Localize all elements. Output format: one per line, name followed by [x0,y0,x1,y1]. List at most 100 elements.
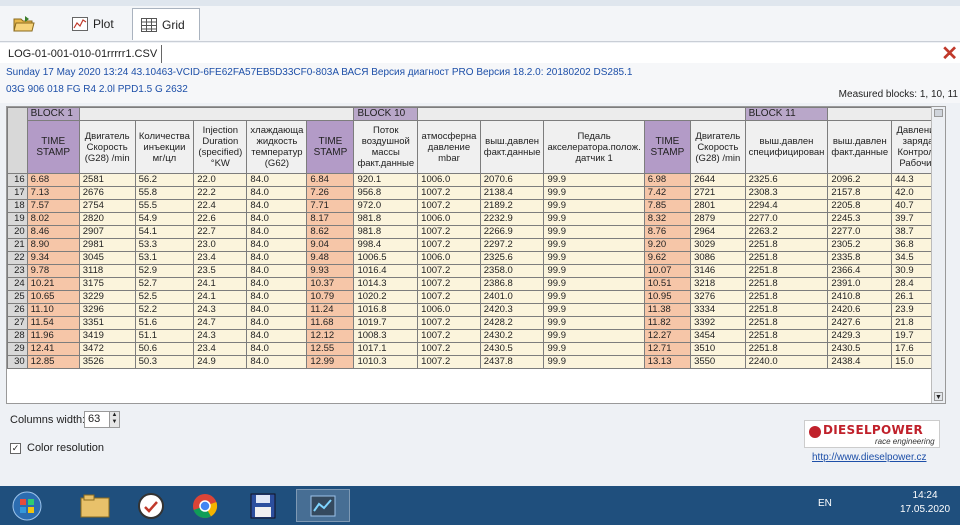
value-cell[interactable]: 3472 [78,342,136,356]
timestamp-cell[interactable]: 10.37 [306,277,355,291]
value-cell[interactable]: 2266.9 [479,225,545,239]
value-cell[interactable]: 1007.2 [417,277,481,291]
value-cell[interactable]: 3351 [78,316,136,330]
value-cell[interactable]: 1016.4 [353,264,419,278]
value-cell[interactable]: 24.7 [193,316,248,330]
columns-width-input[interactable]: 63 ▲ ▼ [84,411,120,428]
taskbar-active-app[interactable] [296,489,350,522]
value-cell[interactable]: 2070.6 [479,173,545,187]
value-cell[interactable]: 24.1 [193,290,248,304]
value-cell[interactable]: 84.0 [246,238,308,252]
timestamp-cell[interactable]: 10.95 [643,290,692,304]
value-cell[interactable]: 2581 [78,173,136,187]
value-cell[interactable]: 1016.8 [353,303,419,317]
timestamp-cell[interactable]: 8.02 [26,212,80,226]
value-cell[interactable]: 84.0 [246,316,308,330]
value-cell[interactable]: 3045 [78,251,136,265]
value-cell[interactable]: 2420.6 [827,303,893,317]
value-cell[interactable]: 2401.0 [479,290,545,304]
value-cell[interactable]: 3118 [78,264,136,278]
timestamp-cell[interactable]: 8.76 [643,225,692,239]
value-cell[interactable]: 54.1 [134,225,195,239]
table-row[interactable]: 26 11.10 3296 52.2 24.3 84.0 11.24 1016.8 1006.0… [7,303,945,317]
column-header[interactable]: выш.давлен специфицирован [744,120,829,174]
timestamp-cell[interactable]: 8.32 [643,212,692,226]
scroll-down-button[interactable]: ▼ [934,392,943,401]
timestamp-cell[interactable]: 9.62 [643,251,692,265]
value-cell[interactable]: 972.0 [353,199,419,213]
value-cell[interactable]: 1008.3 [353,329,419,343]
value-cell[interactable]: 2263.2 [744,225,829,239]
timestamp-cell[interactable]: 8.17 [306,212,355,226]
timestamp-cell[interactable]: 8.62 [306,225,355,239]
value-cell[interactable]: 2189.2 [479,199,545,213]
value-cell[interactable]: 84.0 [246,199,308,213]
website-link[interactable]: http://www.dieselpower.cz [812,452,927,463]
taskbar-diagnostic-app[interactable] [124,489,178,522]
open-file-button[interactable] [4,8,44,40]
value-cell[interactable]: 2430.5 [479,342,545,356]
timestamp-cell[interactable]: 9.48 [306,251,355,265]
value-cell[interactable]: 50.6 [134,342,195,356]
value-cell[interactable]: 2251.8 [744,329,829,343]
value-cell[interactable]: 3086 [690,251,746,265]
value-cell[interactable]: 2325.6 [479,251,545,265]
value-cell[interactable]: 50.3 [134,355,195,369]
value-cell[interactable]: 1006.0 [417,303,481,317]
timestamp-cell[interactable]: 10.21 [26,277,80,291]
value-cell[interactable]: 1006.0 [417,212,481,226]
value-cell[interactable]: 3454 [690,329,746,343]
value-cell[interactable]: 22.4 [193,199,248,213]
column-header[interactable]: TIME STAMP [306,120,355,174]
table-row[interactable]: 16 6.68 2581 56.2 22.0 84.0 6.84 920.1 1006.0 207… [7,173,945,187]
timestamp-cell[interactable]: 8.90 [26,238,80,252]
value-cell[interactable]: 2721 [690,186,746,200]
value-cell[interactable]: 84.0 [246,290,308,304]
value-cell[interactable]: 2251.8 [744,303,829,317]
value-cell[interactable]: 2644 [690,173,746,187]
value-cell[interactable]: 99.9 [543,355,645,369]
value-cell[interactable]: 2251.8 [744,342,829,356]
value-cell[interactable]: 84.0 [246,355,308,369]
timestamp-cell[interactable]: 12.71 [643,342,692,356]
timestamp-cell[interactable]: 13.13 [643,355,692,369]
timestamp-cell[interactable]: 11.24 [306,303,355,317]
value-cell[interactable]: 1007.2 [417,316,481,330]
column-header[interactable]: Injection Duration (specified) °KW [193,120,248,174]
value-cell[interactable]: 2240.0 [744,355,829,369]
table-row[interactable]: 27 11.54 3351 51.6 24.7 84.0 11.68 1019.7 1007.2… [7,316,945,330]
value-cell[interactable]: 2251.8 [744,264,829,278]
color-resolution-option[interactable]: ✓ Color resolution [10,442,104,454]
value-cell[interactable]: 52.7 [134,277,195,291]
taskbar-chrome[interactable] [178,489,232,522]
value-cell[interactable]: 1007.2 [417,290,481,304]
timestamp-cell[interactable]: 12.85 [26,355,80,369]
value-cell[interactable]: 3229 [78,290,136,304]
column-header[interactable]: хлаждающа жидкость температур (G62) [246,120,308,174]
tab-plot[interactable]: Plot [72,8,130,40]
value-cell[interactable]: 2251.8 [744,238,829,252]
value-cell[interactable]: 2294.4 [744,199,829,213]
value-cell[interactable]: 2420.3 [479,303,545,317]
timestamp-cell[interactable]: 11.96 [26,329,80,343]
value-cell[interactable]: 84.0 [246,329,308,343]
value-cell[interactable]: 2438.4 [827,355,893,369]
value-cell[interactable]: 2428.2 [479,316,545,330]
value-cell[interactable]: 99.9 [543,329,645,343]
value-cell[interactable]: 2138.4 [479,186,545,200]
value-cell[interactable]: 1020.2 [353,290,419,304]
value-cell[interactable]: 84.0 [246,264,308,278]
column-header[interactable]: TIME STAMP [643,120,692,174]
table-row[interactable]: 28 11.96 3419 51.1 24.3 84.0 12.12 1008.3 1007.2… [7,329,945,343]
value-cell[interactable]: 99.9 [543,290,645,304]
value-cell[interactable]: 3296 [78,303,136,317]
value-cell[interactable]: 99.9 [543,316,645,330]
value-cell[interactable]: 2981 [78,238,136,252]
value-cell[interactable]: 3175 [78,277,136,291]
value-cell[interactable]: 3526 [78,355,136,369]
value-cell[interactable]: 24.3 [193,329,248,343]
value-cell[interactable]: 3146 [690,264,746,278]
value-cell[interactable]: 2251.8 [744,290,829,304]
value-cell[interactable]: 2754 [78,199,136,213]
file-tab[interactable]: LOG-01-001-010-01rrrrr1.CSV [4,45,162,63]
